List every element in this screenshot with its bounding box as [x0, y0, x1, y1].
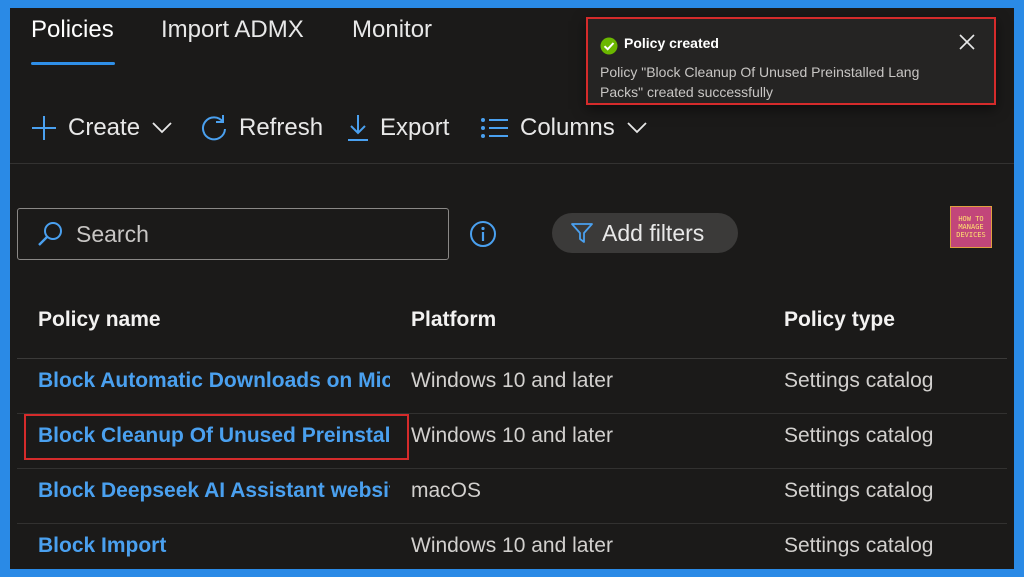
create-button[interactable]: Create: [30, 111, 172, 145]
column-header-platform[interactable]: Platform: [411, 308, 496, 332]
logo-line1: HOW TO: [958, 215, 984, 223]
search-icon: [38, 222, 62, 246]
active-tab-indicator: [31, 62, 115, 65]
chevron-down-icon: [152, 122, 172, 134]
chevron-down-icon: [627, 122, 647, 134]
export-label: Export: [380, 114, 450, 141]
list-columns-icon: [481, 118, 508, 138]
policy-type-cell: Settings catalog: [784, 424, 934, 447]
tab-policies[interactable]: Policies: [31, 16, 114, 44]
highlight-box: [24, 414, 409, 460]
info-icon[interactable]: [469, 220, 497, 248]
filter-icon: [571, 223, 593, 243]
table-row[interactable]: Block Automatic Downloads on Microsoft E…: [17, 359, 1007, 414]
export-button[interactable]: Export: [346, 111, 449, 145]
columns-label: Columns: [520, 114, 615, 141]
toolbar-divider: [10, 163, 1014, 164]
refresh-label: Refresh: [239, 114, 324, 141]
policy-type-cell: Settings catalog: [784, 479, 934, 502]
add-filters-label: Add filters: [602, 219, 705, 246]
platform-cell: Windows 10 and later: [411, 369, 613, 392]
platform-cell: Windows 10 and later: [411, 424, 613, 447]
policy-name-link[interactable]: Block Automatic Downloads on Microsoft E…: [38, 369, 390, 393]
table-row[interactable]: Block Import Windows 10 and later Settin…: [17, 524, 1007, 569]
success-check-icon: [600, 37, 618, 55]
tab-import-admx[interactable]: Import ADMX: [161, 16, 304, 44]
toast-title: Policy created: [624, 35, 719, 51]
column-header-policy-name[interactable]: Policy name: [38, 308, 161, 332]
app-frame: Policies Import ADMX Monitor Create Refr…: [10, 8, 1014, 569]
tab-bar: Policies Import ADMX Monitor: [10, 8, 610, 68]
htmd-logo: HOW TO MANAGE DEVICES: [950, 206, 992, 248]
tab-monitor[interactable]: Monitor: [352, 16, 432, 44]
policy-created-toast: Policy created Policy "Block Cleanup Of …: [586, 17, 996, 105]
logo-line3: DEVICES: [956, 231, 986, 239]
platform-cell: Windows 10 and later: [411, 534, 613, 557]
policy-name-link[interactable]: Block Deepseek AI Assistant website: [38, 479, 390, 503]
search-input[interactable]: [76, 220, 406, 248]
search-box[interactable]: [17, 208, 449, 260]
logo-line2: MANAGE: [958, 223, 984, 231]
close-icon[interactable]: [958, 33, 976, 51]
plus-icon: [32, 116, 56, 140]
column-header-policy-type[interactable]: Policy type: [784, 308, 895, 332]
refresh-icon: [202, 115, 226, 141]
policy-type-cell: Settings catalog: [784, 369, 934, 392]
refresh-button[interactable]: Refresh: [199, 111, 323, 145]
toast-message: Policy "Block Cleanup Of Unused Preinsta…: [600, 64, 920, 100]
policy-name-link[interactable]: Block Import: [38, 534, 390, 558]
platform-cell: macOS: [411, 479, 482, 502]
add-filters-button[interactable]: Add filters: [552, 213, 738, 253]
policy-type-cell: Settings catalog: [784, 534, 934, 557]
create-label: Create: [68, 114, 141, 141]
table-row[interactable]: Block Deepseek AI Assistant website macO…: [17, 469, 1007, 524]
columns-button[interactable]: Columns: [480, 111, 647, 145]
download-icon: [348, 115, 368, 141]
